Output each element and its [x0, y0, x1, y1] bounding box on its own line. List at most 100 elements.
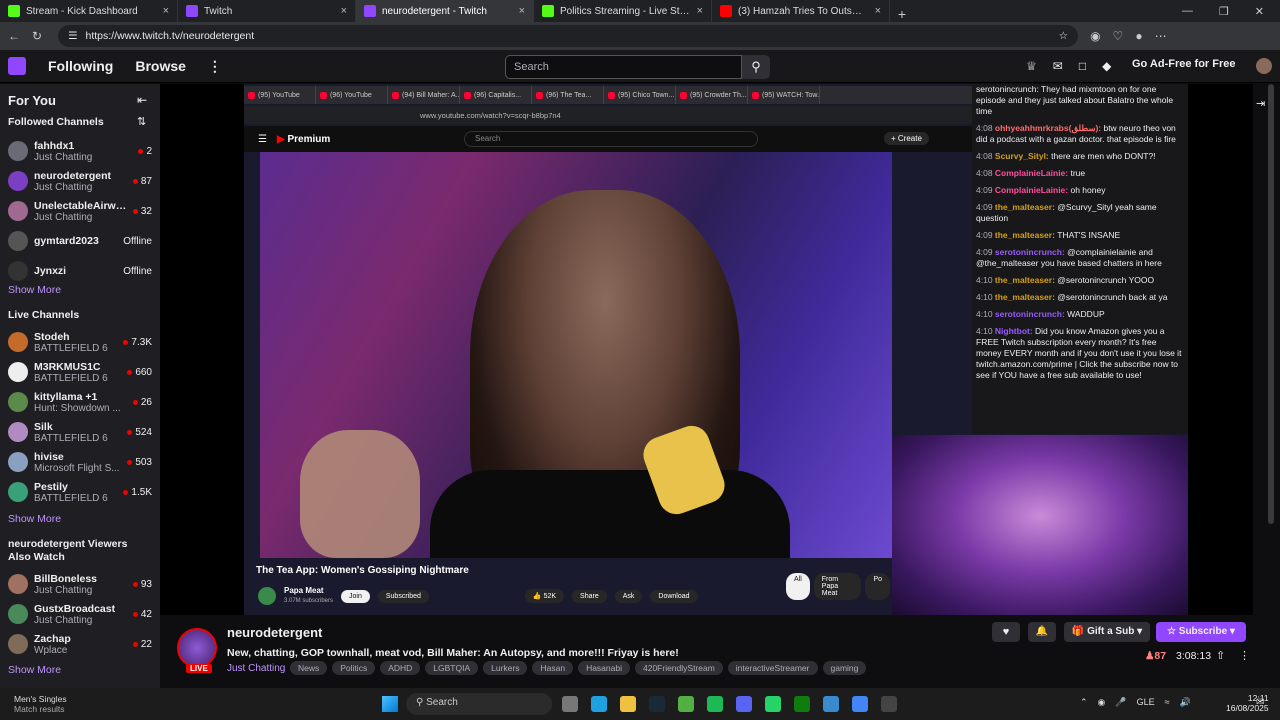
twitch-logo-icon[interactable] [8, 57, 26, 75]
stream-tag[interactable]: 420FriendlyStream [634, 661, 723, 675]
streamer-avatar[interactable] [177, 628, 217, 668]
sidebar-channel[interactable]: Zachap Wplace 22 [8, 630, 152, 658]
close-window-icon[interactable]: ✕ [1255, 5, 1264, 18]
chat-username[interactable]: Nightbot: [995, 326, 1035, 336]
file-explorer-icon[interactable] [620, 696, 636, 712]
ad-free-button[interactable]: Go Ad-Free for Free [1132, 58, 1236, 70]
whatsapp-icon[interactable] [765, 696, 781, 712]
browser-tab[interactable]: Twitch × [178, 0, 356, 22]
chat-username[interactable]: the_malteaser: [995, 292, 1057, 302]
chat-username[interactable]: the_malteaser: [995, 202, 1057, 212]
notification-bell-button[interactable]: 🔔 [1028, 622, 1056, 642]
page-scrollbar[interactable] [1268, 84, 1274, 524]
url-field[interactable]: ☰ https://www.twitch.tv/neurodetergent ☆ [58, 25, 1079, 47]
chat-username[interactable]: ComplainieLainie: [995, 185, 1071, 195]
taskbar-widget[interactable]: Men's Singles Match results [14, 694, 67, 714]
wifi-icon[interactable]: ≈ [1165, 697, 1170, 708]
sidebar-channel[interactable]: Stodeh BATTLEFIELD 6 7.3K [8, 328, 152, 356]
subscribe-button[interactable]: ☆ Subscribe ▾ [1156, 622, 1246, 642]
profile-icon[interactable]: ● [1135, 29, 1142, 43]
minimize-icon[interactable]: — [1182, 5, 1193, 18]
tab-close-icon[interactable]: × [163, 5, 169, 17]
tab-close-icon[interactable]: × [697, 5, 703, 17]
sidebar-channel[interactable]: Silk BATTLEFIELD 6 524 [8, 418, 152, 446]
menu-dots-icon[interactable]: ⋯ [1155, 29, 1167, 43]
sort-icon[interactable]: ⇅ [137, 115, 146, 128]
chat-username[interactable]: Scurvy_Sityl: [995, 151, 1051, 161]
drops-icon[interactable]: ◆ [1102, 59, 1111, 73]
xbox-icon[interactable] [794, 696, 810, 712]
collapse-sidebar-icon[interactable]: ⇤ [137, 93, 147, 107]
browser-tab[interactable]: Stream - Kick Dashboard × [0, 0, 178, 22]
chat-username[interactable]: serotonincrunch: [995, 309, 1067, 319]
edge-icon[interactable] [591, 696, 607, 712]
show-more-followed[interactable]: Show More [8, 284, 61, 296]
chat-username[interactable]: serotonincrunch: [995, 247, 1067, 257]
share-icon[interactable]: ⇧ [1216, 649, 1225, 662]
sidebar-channel[interactable]: M3RKMUS1C BATTLEFIELD 6 660 [8, 358, 152, 386]
extensions-icon[interactable]: ◉ [1090, 29, 1100, 43]
tab-close-icon[interactable]: × [875, 5, 881, 17]
show-more-also[interactable]: Show More [8, 664, 61, 676]
chrome-icon[interactable] [852, 696, 868, 712]
more-options-icon[interactable]: ⋮ [1239, 649, 1250, 662]
bookmark-star-icon[interactable]: ☆ [1059, 30, 1068, 42]
whispers-icon[interactable]: □ [1079, 59, 1086, 73]
stream-tag[interactable]: Lurkers [483, 661, 528, 675]
nav-following[interactable]: Following [48, 58, 113, 74]
discord-icon[interactable] [736, 696, 752, 712]
new-tab-button[interactable]: + [890, 6, 914, 22]
taskbar-search[interactable]: ⚲ Search [406, 693, 552, 715]
maximize-icon[interactable]: ❐ [1219, 5, 1229, 18]
task-view-icon[interactable] [562, 696, 578, 712]
tray-app-icon[interactable]: ◉ [1098, 697, 1106, 708]
sidebar-channel[interactable]: GustxBroadcast Just Chatting 42 [8, 600, 152, 628]
sidebar-channel[interactable]: UnelectableAirwa... Just Chatting 32 [8, 197, 152, 225]
steam-icon[interactable] [649, 696, 665, 712]
search-button[interactable]: ⚲ [742, 55, 770, 79]
windows-start-icon[interactable] [382, 696, 398, 712]
sidebar-channel[interactable]: Jynxzi Offline [8, 257, 152, 285]
stream-tag[interactable]: interactiveStreamer [727, 661, 818, 675]
stream-tag[interactable]: Politics [332, 661, 376, 675]
stream-tag[interactable]: gaming [822, 661, 867, 675]
stream-tag[interactable]: News [290, 661, 328, 675]
tab-close-icon[interactable]: × [519, 5, 525, 17]
inbox-icon[interactable]: ✉ [1053, 59, 1063, 73]
obs-icon[interactable] [881, 696, 897, 712]
show-more-live[interactable]: Show More [8, 513, 61, 525]
stream-tag[interactable]: Hasanabi [578, 661, 630, 675]
browser-tab[interactable]: Politics Streaming - Live Streams × [534, 0, 712, 22]
stream-tag[interactable]: LGBTQIA [425, 661, 479, 675]
user-avatar[interactable] [1256, 58, 1272, 74]
more-menu-icon[interactable]: ⋮ [208, 58, 222, 75]
browser-tab[interactable]: (3) Hamzah Tries To Outsmart Isr... × [712, 0, 890, 22]
follow-heart-button[interactable]: ♥ [992, 622, 1020, 642]
chat-username[interactable]: the_malteaser: [995, 275, 1057, 285]
nav-browse[interactable]: Browse [135, 58, 186, 74]
notification-icon[interactable]: ✉ [1256, 697, 1264, 708]
chat-username[interactable]: the_malteaser: [995, 230, 1057, 240]
sidebar-channel[interactable]: fahhdx1 Just Chatting 2 [8, 137, 152, 165]
mic-icon[interactable]: 🎤 [1115, 697, 1126, 708]
crown-icon[interactable]: ♕ [1026, 59, 1037, 73]
tab-close-icon[interactable]: × [341, 5, 347, 17]
reload-icon[interactable]: ↻ [32, 29, 42, 43]
expand-chat-icon[interactable]: ⇥ [1256, 97, 1265, 110]
stream-tag[interactable]: ADHD [380, 661, 421, 675]
tray-chevron-icon[interactable]: ⌃ [1080, 697, 1088, 708]
spotify-icon[interactable] [707, 696, 723, 712]
sidebar-channel[interactable]: Pestily BATTLEFIELD 6 1.5K [8, 478, 152, 506]
browser-tab[interactable]: neurodetergent - Twitch × [356, 0, 534, 22]
site-info-icon[interactable]: ☰ [68, 30, 77, 42]
xbox-game-bar-icon[interactable] [678, 696, 694, 712]
sidebar-channel[interactable]: gymtard2023 Offline [8, 227, 152, 255]
stream-tag[interactable]: Hasan [532, 661, 574, 675]
back-icon[interactable]: ← [8, 29, 20, 43]
photos-icon[interactable] [823, 696, 839, 712]
sidebar-channel[interactable]: neurodetergent Just Chatting 87 [8, 167, 152, 195]
sidebar-channel[interactable]: kittyllama +1 Hunt: Showdown ... 26 [8, 388, 152, 416]
volume-icon[interactable]: 🔊 [1180, 697, 1191, 708]
favorites-icon[interactable]: ♡ [1113, 29, 1124, 43]
stream-category[interactable]: Just Chatting [227, 663, 285, 674]
